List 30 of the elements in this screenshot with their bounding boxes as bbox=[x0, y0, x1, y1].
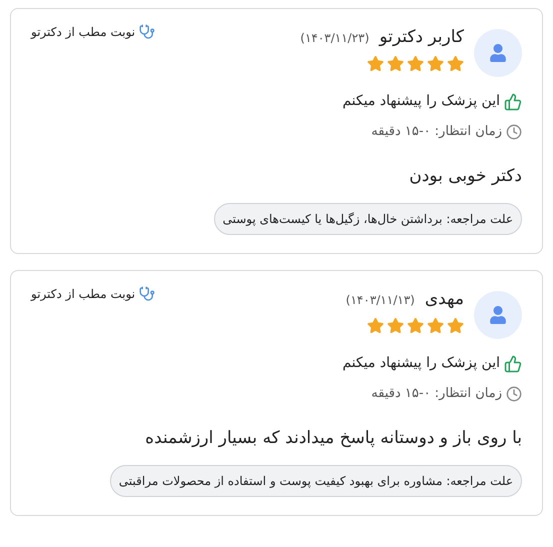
star-icon bbox=[407, 54, 424, 72]
star-icon bbox=[447, 54, 464, 72]
stethoscope-icon bbox=[139, 24, 156, 40]
recommendation-text: این پزشک را پیشنهاد میکنم bbox=[342, 354, 500, 373]
avatar-icon bbox=[474, 29, 522, 77]
star-icon bbox=[387, 54, 404, 72]
clock-icon bbox=[506, 124, 522, 140]
avatar-icon bbox=[474, 291, 522, 339]
clock-icon bbox=[506, 386, 522, 402]
booking-source: نوبت مطب از دکترتو bbox=[31, 286, 136, 303]
star-icon bbox=[407, 316, 424, 334]
star-icon bbox=[367, 54, 384, 72]
stethoscope-icon bbox=[139, 286, 156, 302]
review-comment: با روی باز و دوستانه پاسخ میدادند که بسیار ارزشمنده bbox=[144, 426, 522, 450]
wait-time: زمان انتظار: ۰-۱۵ دقیقه bbox=[371, 123, 502, 141]
recommendation-text: این پزشک را پیشنهاد میکنم bbox=[342, 92, 500, 111]
visit-reason-tag: علت مراجعه: مشاوره برای بهبود کیفیت پوست و استفاده از محصولات مراقبتی bbox=[110, 465, 522, 497]
reviewer-name: کاربر دکترتو bbox=[379, 26, 464, 49]
wait-time: زمان انتظار: ۰-۱۵ دقیقه bbox=[371, 385, 502, 403]
star-icon bbox=[447, 316, 464, 334]
star-icon bbox=[367, 316, 384, 334]
review-date: (۱۴۰۳/۱۱/۲۳) bbox=[300, 30, 370, 47]
review-date: (۱۴۰۳/۱۱/۱۳) bbox=[346, 292, 415, 309]
star-icon bbox=[427, 316, 444, 334]
reviewer-name: مهدی bbox=[424, 288, 464, 311]
star-icon bbox=[427, 54, 444, 72]
review-comment: دکتر خوبی بودن bbox=[408, 164, 522, 188]
visit-reason-tag: علت مراجعه: برداشتن خال‌ها، زگیل‌ها یا کیست‌های پوستی bbox=[214, 203, 522, 235]
booking-source: نوبت مطب از دکترتو bbox=[31, 24, 136, 41]
star-icon bbox=[387, 316, 404, 334]
